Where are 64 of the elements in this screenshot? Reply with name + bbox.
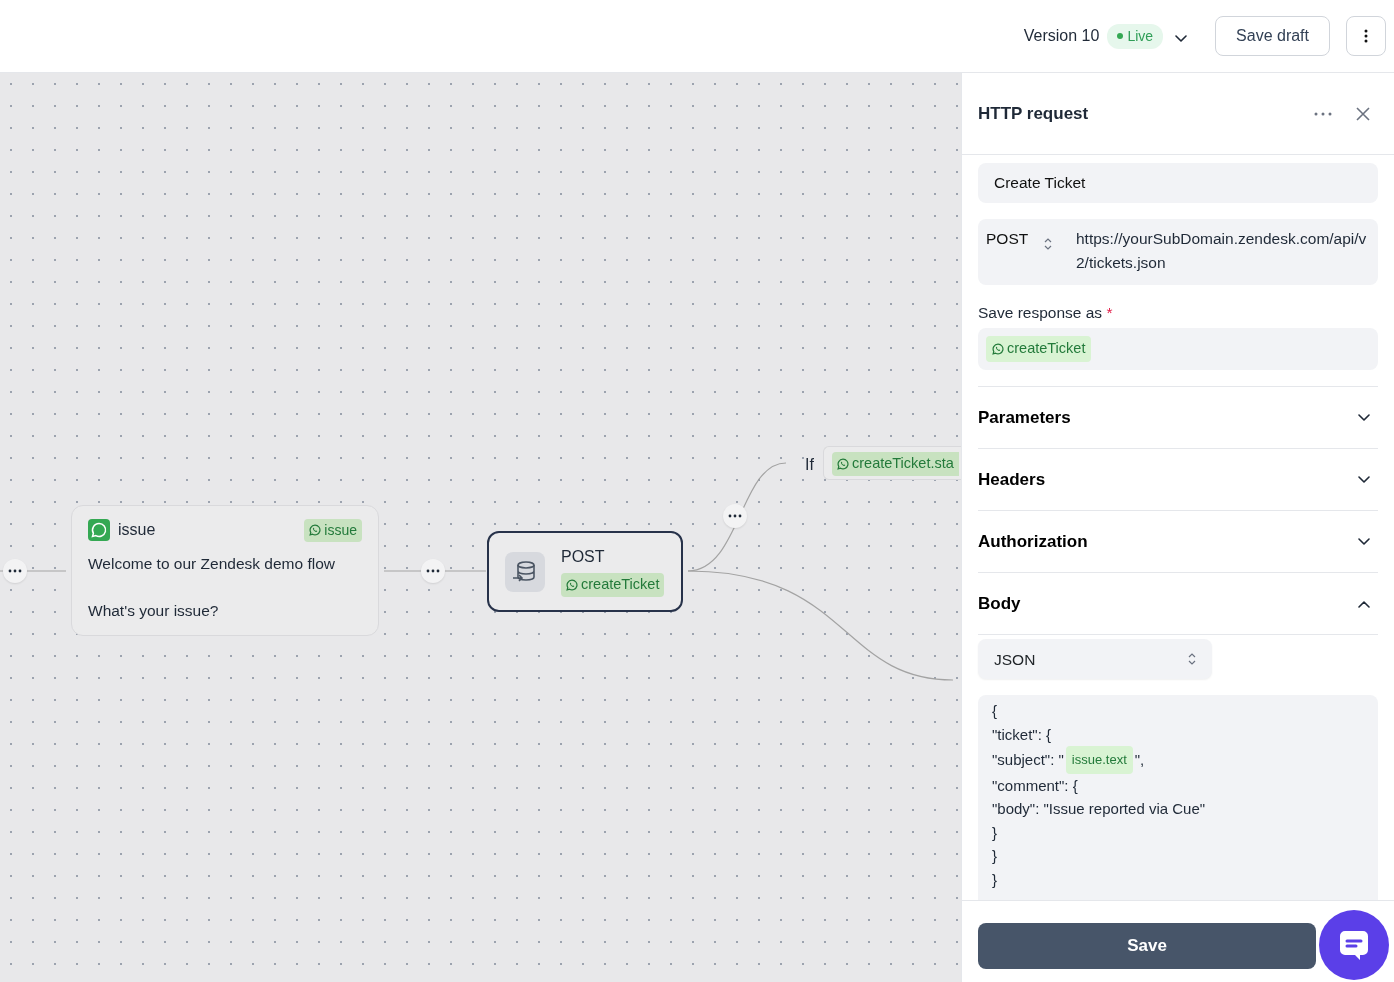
variable-tag: createTicket xyxy=(561,573,665,598)
add-step-button[interactable] xyxy=(723,504,747,528)
code-editor[interactable]: { "ticket": { "subject": " issue.text ", "comment": { "body": "Issue reported via Cue" } } } xyxy=(978,695,1378,900)
save-button[interactable]: Save xyxy=(978,923,1316,969)
code-line: } xyxy=(992,846,997,867)
chevron-down-icon xyxy=(1175,34,1188,43)
code-line: "subject": " xyxy=(992,750,1064,771)
chat-icon xyxy=(309,524,322,536)
condition-node[interactable]: createTicket.sta xyxy=(823,446,961,480)
more-options-button[interactable] xyxy=(1314,111,1332,116)
chevron-up-icon xyxy=(1358,599,1370,608)
whatsapp-icon xyxy=(88,519,110,541)
ellipsis-icon xyxy=(8,569,22,573)
add-step-button[interactable] xyxy=(421,559,445,583)
up-down-icon xyxy=(1044,237,1053,250)
up-down-icon xyxy=(1188,653,1196,666)
section-header[interactable]: Headers xyxy=(978,449,1378,512)
add-step-button[interactable] xyxy=(3,559,27,583)
ellipsis-icon xyxy=(426,569,440,573)
body-type-select[interactable]: JSON xyxy=(978,639,1212,680)
code-line: "ticket": { xyxy=(992,724,1051,745)
version-label: Version 10 xyxy=(1023,26,1100,46)
panel-title: HTTP request xyxy=(978,102,1089,125)
message-text: Welcome to our Zendesk demo flow xyxy=(88,554,336,574)
section-header[interactable]: Parameters xyxy=(978,387,1378,450)
code-line: "body": "Issue reported via Cue" xyxy=(992,799,1206,820)
code-line: { xyxy=(992,701,997,722)
vertical-ellipsis-icon xyxy=(1364,29,1368,43)
save-draft-button[interactable]: Save draft xyxy=(1215,16,1330,56)
code-line: "comment": { xyxy=(992,775,1078,796)
variable-tag: issue.text xyxy=(1065,746,1133,774)
close-icon xyxy=(1356,106,1370,121)
url-field[interactable]: https://yourSubDomain.zendesk.com/api/v2/tickets.json xyxy=(1076,227,1370,277)
message-text: What's your issue? xyxy=(88,601,220,622)
code-line: ", xyxy=(1134,750,1145,771)
field-label: Save response as xyxy=(978,304,1103,321)
node-title: issue xyxy=(118,520,156,540)
status-pill: Live xyxy=(1107,23,1164,49)
message-node[interactable]: issue issue Welcome to our Zendesk demo flow What's your issue? xyxy=(71,505,379,636)
variable-tag: createTicket.sta xyxy=(832,452,959,476)
response-variable-field[interactable]: createTicket xyxy=(978,328,1378,371)
section-header[interactable]: Body xyxy=(978,573,1378,636)
code-line: } xyxy=(992,869,997,890)
required-mark: * xyxy=(1106,304,1113,321)
chat-bubble-icon xyxy=(1337,928,1371,962)
code-line: } xyxy=(992,822,997,843)
request-node[interactable]: POST createTicket xyxy=(487,531,683,612)
ellipsis-icon xyxy=(728,514,742,518)
connector-line xyxy=(0,570,67,572)
chevron-down-icon xyxy=(1358,537,1370,546)
step-name-field[interactable]: Create Ticket xyxy=(978,163,1378,203)
database-icon xyxy=(505,551,545,592)
condition-label: If xyxy=(805,455,814,475)
chat-icon xyxy=(992,343,1004,356)
method-select[interactable]: POST xyxy=(986,227,1076,277)
chevron-down-icon xyxy=(1358,413,1370,422)
close-button[interactable] xyxy=(1356,106,1370,121)
chat-icon xyxy=(837,457,849,470)
node-title: POST xyxy=(561,547,606,568)
chat-icon xyxy=(566,579,578,592)
ellipsis-icon xyxy=(1314,111,1332,116)
section-header[interactable]: Authorization xyxy=(978,511,1378,574)
chevron-down-icon xyxy=(1358,475,1370,484)
variable-tag: issue xyxy=(304,518,362,542)
